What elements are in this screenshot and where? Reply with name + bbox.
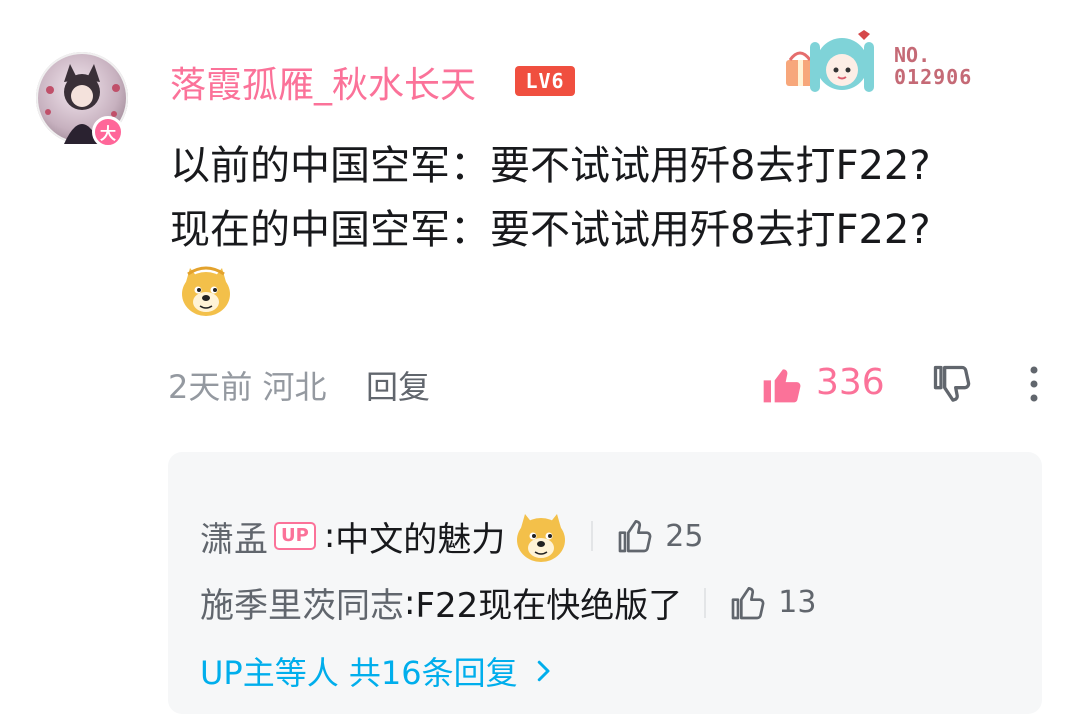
- divider: [591, 521, 594, 551]
- reply-button[interactable]: 回复: [366, 362, 430, 408]
- like-count: 336: [816, 362, 885, 403]
- reply-like[interactable]: 13: [728, 583, 816, 623]
- reply-colon: :: [323, 516, 336, 556]
- up-tag: UP: [274, 522, 316, 550]
- comment-time: 2天前: [168, 368, 253, 406]
- comment-text-line-2: 现在的中国空军：要不试试用歼8去打F22?: [170, 207, 931, 253]
- reply-colon: :: [404, 582, 416, 623]
- reply-like[interactable]: 25: [615, 516, 703, 556]
- deco-no-label: NO.: [894, 43, 931, 67]
- decoration-number: NO. 012906: [894, 44, 972, 88]
- reply-author[interactable]: 施季里茨同志: [200, 578, 404, 627]
- more-replies-label[interactable]: UP主等人 共16条回复: [200, 648, 518, 694]
- reply-like-count: 13: [778, 585, 817, 620]
- doge-emoji: [182, 266, 230, 316]
- comment-meta: 2天前 河北: [168, 362, 327, 408]
- avatar-badge: 大: [92, 116, 124, 148]
- username[interactable]: 落霞孤雁_秋水长天: [170, 56, 476, 108]
- reply-item[interactable]: 潇孟 UP : 中文的魅力 25: [200, 508, 703, 564]
- doge-emoji: [517, 514, 566, 562]
- chevron-right-icon[interactable]: [528, 656, 558, 686]
- level-badge: LV6: [515, 66, 575, 96]
- deco-number: 012906: [894, 65, 973, 89]
- more-vertical-icon[interactable]: [1022, 362, 1046, 406]
- decoration-card-icon[interactable]: [780, 20, 890, 100]
- reply-item[interactable]: 施季里茨同志 : F22现在快绝版了 13: [200, 578, 816, 627]
- view-more-replies-link[interactable]: UP主等人 共16条回复: [200, 648, 558, 694]
- thumbs-down-icon[interactable]: [930, 362, 974, 406]
- comment-location: 河北: [262, 368, 327, 406]
- reply-author[interactable]: 潇孟: [200, 512, 268, 561]
- thumbs-up-filled-icon[interactable]: [760, 362, 804, 406]
- reply-text: F22现在快绝版了: [415, 586, 683, 626]
- thumbs-up-outline-icon[interactable]: [615, 516, 655, 556]
- divider: [704, 587, 707, 618]
- thumbs-up-outline-icon[interactable]: [728, 583, 768, 623]
- reply-like-count: 25: [665, 518, 704, 554]
- reply-text: 中文的魅力: [335, 519, 506, 560]
- comment-text-line-1: 以前的中国空军：要不试试用歼8去打F22?: [170, 143, 931, 189]
